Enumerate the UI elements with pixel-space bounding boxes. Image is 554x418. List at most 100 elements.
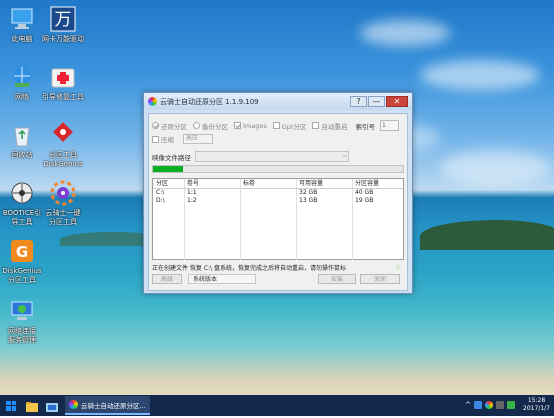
network-icon (9, 64, 35, 90)
chevron-up-icon[interactable]: ^ (465, 401, 471, 409)
cloud (360, 20, 450, 46)
table-cell: 1:1 (185, 189, 241, 197)
volume-icon[interactable] (507, 401, 516, 409)
status-bar: 正在创建文件 恢复 C:\ 盘系统，恢复完成之后将自动重启，请勿操作鼠标 ⁘ (152, 263, 402, 272)
column-header[interactable]: 分区 (153, 179, 185, 188)
help-button[interactable]: ? (350, 96, 367, 107)
table-cell: 19 GB (355, 197, 374, 204)
system-version-field[interactable]: 系统版本 (188, 274, 256, 284)
table-cell: 32 GB (297, 189, 353, 197)
loading-spinner-icon: ⁘ (394, 262, 402, 273)
compress-select[interactable]: 高压 (183, 134, 213, 144)
compress-row: 压缩 高压 (152, 134, 213, 144)
checkbox-box (312, 122, 320, 129)
checkbox-box (152, 122, 159, 129)
desktop-icon-diskgenius[interactable]: 分区工具 DiskGenius (33, 122, 93, 169)
desktop-icon-nic-driver[interactable]: 万 网卡万能驱动 (33, 6, 93, 44)
network-service-icon (9, 298, 35, 324)
desktop-icon-yunqishi-partition[interactable]: 云骑士一键 分区工具 (33, 180, 93, 227)
clock-time: 15:28 (527, 397, 546, 404)
table-row[interactable]: D:\ 1:2 13 GB 19 GB (153, 197, 403, 205)
desktop-icon-boot-repair[interactable]: 引导修复工具 (33, 64, 93, 102)
diskgenius-icon (50, 122, 76, 148)
gpt-label: Gpt分区 (281, 122, 307, 131)
desktop-icon-label: 分区工具 DiskGenius (43, 151, 83, 168)
column-header[interactable]: 卷号 (185, 179, 241, 188)
app-tray-icon[interactable] (485, 401, 494, 409)
install-button[interactable]: 安装 (318, 274, 356, 284)
image-path-row: 映像文件路径 ⌵ (152, 151, 349, 162)
backup-radio[interactable]: 备份分区 (193, 121, 228, 131)
auto-restart-label: 自动重启 (321, 122, 348, 131)
progress-fill (153, 166, 183, 172)
table-cell (241, 197, 297, 205)
table-cell: 40 GB (355, 189, 374, 196)
column-divider (297, 205, 353, 260)
app-window: 云骑士自动还原分区 1.1.9.109 ? — ✕ 还原分区 备份分区 Imag… (143, 92, 413, 294)
window-client: 还原分区 备份分区 Images Gpt分区 自动重启 索引号 1 压缩 高压 … (148, 113, 408, 291)
column-divider (353, 205, 403, 260)
image-path-label: 映像文件路径 (152, 153, 191, 162)
column-header[interactable]: 标卷 (241, 179, 297, 188)
restore-radio[interactable]: 还原分区 (152, 121, 187, 131)
svg-text:G: G (16, 243, 28, 261)
close-button[interactable]: 关闭 (360, 274, 400, 284)
table-empty-area (153, 205, 403, 260)
minimize-button[interactable]: — (368, 96, 385, 107)
island (420, 220, 554, 250)
taskbar-app-label: 云骑士自动还原分区... (81, 401, 146, 410)
desktop-icon-diskgenius-2[interactable]: G DiskGenius 分区工具 (0, 238, 52, 285)
close-window-button[interactable]: ✕ (386, 96, 408, 107)
desktop-icon-network-service[interactable]: 网络连接 服务管理 (0, 298, 52, 345)
table-cell (241, 189, 297, 197)
auto-restart-checkbox[interactable]: 自动重启 (312, 121, 347, 131)
table-cell: D:\ (153, 197, 185, 205)
computer-icon (9, 6, 35, 32)
table-cell: 1:2 (185, 197, 241, 205)
index-input[interactable]: 1 (379, 120, 399, 131)
progress-bar (152, 165, 404, 173)
desktop-icon-label: 云骑士一键 分区工具 (45, 209, 81, 226)
folder-icon[interactable] (45, 399, 59, 413)
system-tray: ^ 15:28 2017/1/7 (465, 397, 550, 413)
windows-logo-icon (11, 400, 16, 405)
keyboard-icon[interactable] (496, 401, 505, 409)
table-cell: C:\ (153, 189, 185, 197)
column-header[interactable]: 可用容量 (297, 179, 353, 188)
compress-label: 压缩 (161, 136, 174, 144)
status-text: 正在创建文件 恢复 C:\ 盘系统，恢复完成之后将自动重启，请勿操作鼠标 (152, 265, 346, 272)
windows-logo-icon (11, 406, 16, 411)
title-bar[interactable]: 云骑士自动还原分区 1.1.9.109 ? — ✕ (144, 93, 412, 110)
file-explorer-icon[interactable] (25, 399, 39, 413)
start-button[interactable] (6, 400, 16, 411)
chevron-down-icon: ⌵ (342, 152, 347, 159)
cloud (440, 150, 550, 185)
options-row: 还原分区 备份分区 Images Gpt分区 自动重启 索引号 1 (152, 120, 399, 131)
images-checkbox[interactable]: Images (234, 122, 267, 130)
restore-label: 还原分区 (161, 122, 187, 131)
advanced-button[interactable]: 高级 (152, 274, 182, 284)
column-header[interactable]: 分区容量 (353, 179, 403, 188)
windows-logo-icon (6, 406, 11, 411)
index-label: 索引号 (355, 122, 375, 131)
taskbar-app-button[interactable]: 云骑士自动还原分区... (65, 396, 150, 415)
medkit-icon (50, 64, 76, 90)
checkbox-box (152, 135, 159, 143)
column-divider (241, 205, 297, 260)
table-row[interactable]: C:\ 1:1 32 GB 40 GB (153, 189, 403, 197)
wan-icon: 万 (50, 6, 76, 32)
backup-label: 备份分区 (202, 122, 228, 131)
windows-logo-icon (6, 400, 11, 405)
yunqishi-partition-icon (50, 180, 76, 206)
compress-checkbox[interactable]: 压缩 (152, 134, 174, 144)
app-logo-icon (69, 400, 78, 409)
bootice-icon (9, 180, 35, 206)
partition-table[interactable]: 分区 卷号 标卷 可用容量 分区容量 C:\ 1:1 32 GB 40 GB D… (152, 178, 404, 260)
network-tray-icon[interactable] (474, 401, 483, 409)
app-logo-icon (148, 97, 157, 106)
image-path-combo[interactable]: ⌵ (195, 151, 349, 162)
column-divider (185, 205, 241, 260)
clock[interactable]: 15:28 2017/1/7 (523, 397, 550, 413)
clock-date: 2017/1/7 (523, 405, 550, 412)
gpt-checkbox[interactable]: Gpt分区 (272, 121, 307, 131)
